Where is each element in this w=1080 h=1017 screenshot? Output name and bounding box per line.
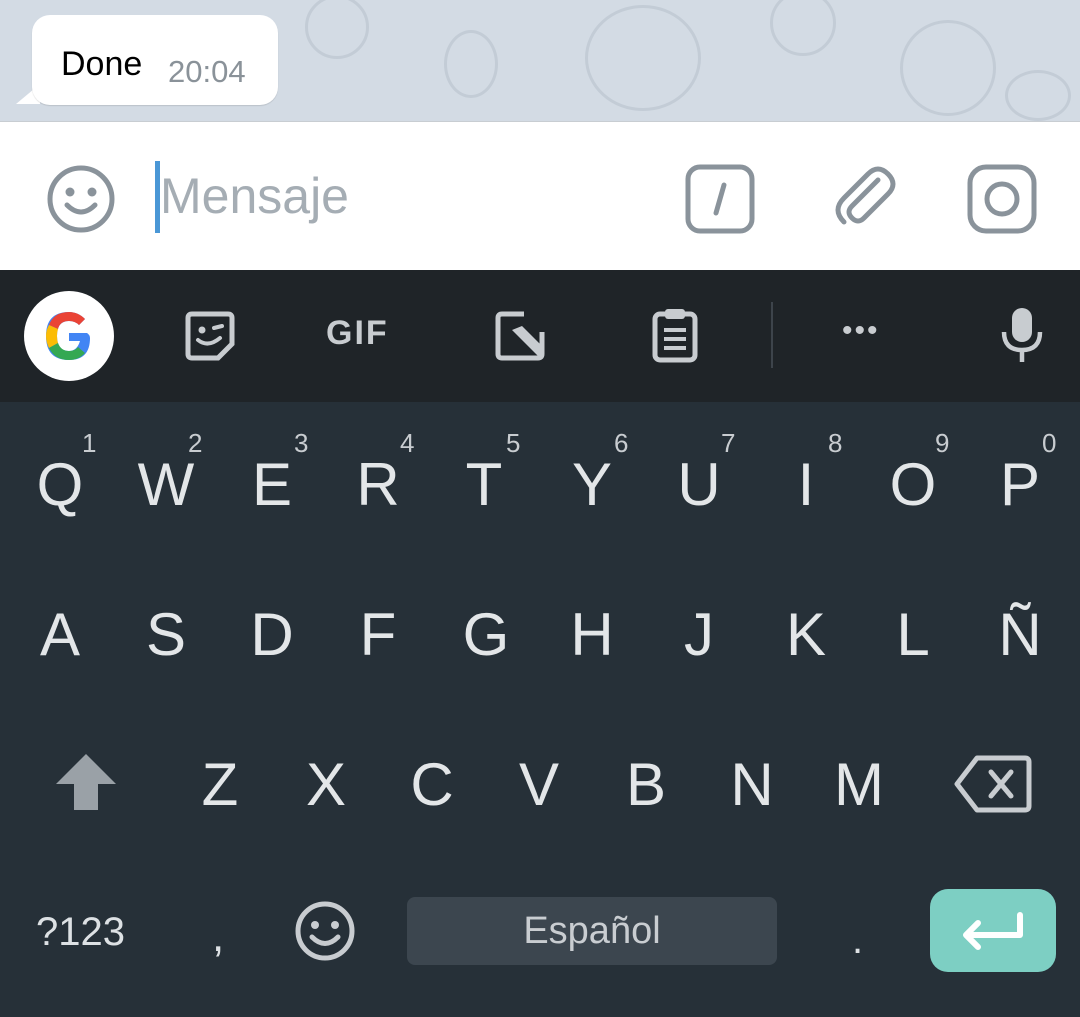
key-hint: 4	[400, 428, 415, 458]
key-v[interactable]: V	[507, 750, 571, 819]
period-key[interactable]: .	[852, 918, 863, 963]
sticker-icon[interactable]	[184, 310, 236, 367]
key-t[interactable]: T 5	[452, 428, 521, 519]
key-enye[interactable]: Ñ	[988, 600, 1052, 669]
message-text: Done	[61, 45, 143, 83]
key-hint: 6	[614, 428, 629, 458]
key-i[interactable]: I 8	[774, 428, 843, 519]
key-k[interactable]: K	[774, 600, 838, 669]
key-hint: 3	[294, 428, 309, 458]
key-j[interactable]: J	[667, 600, 731, 669]
enter-key[interactable]	[930, 889, 1056, 972]
attach-icon[interactable]	[826, 160, 902, 241]
message-input[interactable]	[160, 156, 660, 236]
backspace-icon	[954, 755, 1032, 813]
key-o[interactable]: O 9	[881, 428, 950, 519]
key-s[interactable]: S	[134, 600, 198, 669]
enter-icon	[963, 912, 1023, 950]
key-y[interactable]: Y 6	[560, 428, 628, 519]
stylus-icon[interactable]	[494, 310, 546, 367]
camera-icon[interactable]	[966, 163, 1038, 240]
shift-key[interactable]	[52, 750, 120, 828]
key-hint: 2	[188, 428, 203, 458]
key-h[interactable]: H	[560, 600, 624, 669]
clipboard-icon[interactable]	[651, 306, 699, 369]
key-hint: 0	[1042, 428, 1057, 458]
doodle-icon	[1005, 70, 1071, 121]
key-g[interactable]: G	[454, 600, 518, 669]
keyboard-toolbar: GIF •••	[0, 270, 1080, 402]
key-hint: 1	[82, 428, 97, 458]
key-r[interactable]: R 4	[346, 428, 414, 519]
key-hint: 5	[506, 428, 521, 458]
more-icon[interactable]: •••	[842, 314, 880, 348]
doodle-icon	[585, 5, 701, 111]
google-icon[interactable]	[24, 291, 114, 381]
slash-command-icon[interactable]	[684, 163, 756, 240]
key-u[interactable]: U 7	[667, 428, 735, 519]
key-d[interactable]: D	[240, 600, 304, 669]
key-n[interactable]: N	[720, 750, 784, 819]
shift-icon	[56, 754, 116, 810]
space-key[interactable]: Español	[407, 897, 777, 965]
key-hint: 9	[935, 428, 950, 458]
doodle-icon	[770, 0, 836, 56]
message-bubble[interactable]: Done 20:04	[32, 15, 278, 105]
symbols-key[interactable]: ?123	[36, 910, 125, 955]
key-c[interactable]: C	[400, 750, 464, 819]
key-p[interactable]: P 0	[988, 428, 1056, 519]
comma-key[interactable]: ,	[212, 912, 224, 962]
emoji-icon[interactable]	[45, 163, 117, 240]
key-m[interactable]: M	[827, 750, 891, 819]
mic-icon[interactable]	[1000, 306, 1044, 369]
key-a[interactable]: A	[28, 600, 92, 669]
emoji-key[interactable]	[294, 900, 356, 967]
gif-button[interactable]: GIF	[326, 314, 389, 353]
doodle-icon	[444, 30, 498, 98]
message-time: 20:04	[168, 54, 246, 89]
keyboard: Q 1 W 2 E 3 R 4 T 5 Y 6 U 7 I 8 O 9 P 0 …	[0, 402, 1080, 1017]
message-composer	[0, 121, 1080, 271]
key-w[interactable]: W 2	[134, 428, 203, 519]
key-b[interactable]: B	[614, 750, 678, 819]
doodle-icon	[900, 20, 996, 116]
key-f[interactable]: F	[346, 600, 410, 669]
key-hint: 8	[828, 428, 843, 458]
chat-area: Done 20:04	[0, 0, 1080, 121]
key-x[interactable]: X	[294, 750, 358, 819]
key-e[interactable]: E 3	[240, 428, 308, 519]
toolbar-divider	[771, 302, 773, 368]
key-l[interactable]: L	[881, 600, 945, 669]
key-q[interactable]: Q 1	[28, 428, 97, 519]
key-hint: 7	[721, 428, 736, 458]
doodle-icon	[305, 0, 369, 59]
backspace-key[interactable]	[952, 754, 1034, 828]
emoji-icon	[295, 901, 355, 961]
key-z[interactable]: Z	[188, 750, 252, 819]
